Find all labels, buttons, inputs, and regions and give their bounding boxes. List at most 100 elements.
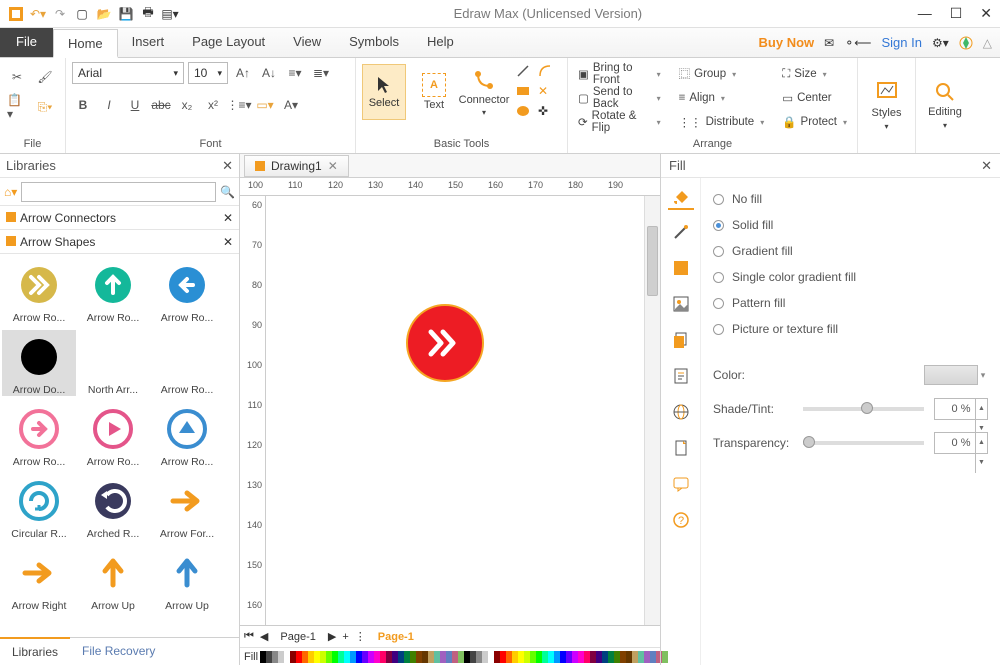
web-tab-icon[interactable] — [668, 400, 694, 426]
group-button[interactable]: ⿴Group — [675, 64, 769, 84]
shape-item[interactable]: Arrow Ro... — [76, 258, 150, 324]
minimize-button[interactable]: — — [918, 5, 932, 22]
delete-tool-icon[interactable]: ✕ — [538, 84, 548, 98]
paste-icon[interactable]: 📋▾ — [6, 96, 28, 118]
shape-item[interactable]: Arched R... — [76, 474, 150, 540]
save-icon[interactable]: 💾 — [118, 6, 134, 22]
libraries-close-icon[interactable]: ✕ — [222, 158, 233, 174]
tab-view[interactable]: View — [279, 28, 335, 57]
align-text-icon[interactable]: ≡▾ — [284, 62, 306, 84]
arrow-shape-on-canvas[interactable] — [406, 304, 484, 382]
shape-item[interactable]: Arrow Ro... — [76, 402, 150, 468]
shadow-tab-icon[interactable] — [668, 256, 694, 282]
protect-button[interactable]: 🔒Protect — [778, 112, 851, 132]
line-tab-icon[interactable] — [668, 220, 694, 246]
arc-tool-icon[interactable] — [538, 64, 552, 78]
distribute-button[interactable]: ⋮⋮Distribute — [675, 112, 769, 132]
page-nav-first-icon[interactable]: ⏮ — [244, 630, 254, 643]
options-icon[interactable]: ▤▾ — [162, 6, 178, 22]
shape-item[interactable]: Arrow Ro... — [150, 402, 224, 468]
tab-home[interactable]: Home — [53, 29, 118, 58]
maximize-button[interactable]: ☐ — [950, 5, 963, 22]
tab-file-recovery[interactable]: File Recovery — [70, 638, 167, 665]
cut-icon[interactable]: ✂ — [6, 66, 28, 88]
picture-tab-icon[interactable] — [668, 292, 694, 318]
connector-tool[interactable]: Connector ▾ — [462, 64, 506, 120]
document-tab[interactable]: Drawing1✕ — [244, 155, 349, 177]
page-tab-icon[interactable] — [668, 436, 694, 462]
sign-in-link[interactable]: Sign In — [882, 35, 922, 50]
shape-item[interactable]: Circular R... — [2, 474, 76, 540]
undo-icon[interactable]: ↶▾ — [30, 6, 46, 22]
font-size-combo[interactable]: 10▾ — [188, 62, 228, 84]
shape-item[interactable]: Arrow Up — [76, 546, 150, 612]
subscript-button[interactable]: x₂ — [176, 94, 198, 116]
underline-button[interactable]: U — [124, 94, 146, 116]
page-tab-1[interactable]: Page-1 — [274, 629, 321, 645]
text-tool[interactable]: A Text — [412, 64, 456, 120]
grow-font-icon[interactable]: A↑ — [232, 62, 254, 84]
trans-slider[interactable] — [803, 441, 924, 445]
doc-tab-close-icon[interactable]: ✕ — [328, 159, 338, 173]
editing-button[interactable]: Editing▾ — [922, 81, 968, 130]
logo-icon[interactable] — [959, 36, 973, 50]
fill-panel-close-icon[interactable]: ✕ — [981, 158, 992, 174]
paintbrush-icon[interactable]: 🖌 — [34, 66, 56, 88]
shape-item[interactable]: Arrow For... — [150, 474, 224, 540]
line-spacing-icon[interactable]: ≣▾ — [310, 62, 332, 84]
fill-option[interactable]: Single color gradient fill — [713, 264, 988, 290]
superscript-button[interactable]: x² — [202, 94, 224, 116]
size-button[interactable]: ⛶Size — [778, 64, 851, 84]
send-back-button[interactable]: ▢Send to Back — [574, 88, 665, 108]
align-button[interactable]: ≡Align — [675, 88, 769, 108]
file-menu[interactable]: File — [0, 28, 53, 57]
category-arrow-shapes[interactable]: Arrow Shapes✕ — [0, 230, 239, 254]
fill-option[interactable]: Gradient fill — [713, 238, 988, 264]
highlight-button[interactable]: ▭▾ — [254, 94, 276, 116]
tab-libraries[interactable]: Libraries — [0, 637, 70, 664]
shape-item[interactable]: Arrow Ro... — [2, 258, 76, 324]
styles-button[interactable]: Styles▾ — [864, 80, 909, 131]
buy-now-link[interactable]: Buy Now — [759, 35, 815, 50]
fill-option[interactable]: Picture or texture fill — [713, 316, 988, 342]
settings-icon[interactable]: ⚙▾ — [932, 36, 949, 50]
shape-item[interactable]: Arrow Up — [150, 546, 224, 612]
color-dropdown-icon[interactable]: ▾ — [978, 370, 988, 381]
shape-item[interactable]: North Arr... — [76, 330, 150, 396]
color-swatch[interactable] — [924, 365, 978, 385]
shape-item[interactable]: Arrow Ro... — [150, 330, 224, 396]
shape-item[interactable]: Arrow Do... — [2, 330, 76, 396]
crop-tool-icon[interactable]: ✜ — [538, 104, 548, 118]
shade-value[interactable]: 0 %▲▼ — [934, 398, 988, 420]
rotate-flip-button[interactable]: ⟳Rotate & Flip — [574, 112, 665, 132]
add-page-icon[interactable]: + — [342, 631, 348, 643]
page-menu-icon[interactable]: ⋮ — [355, 630, 366, 643]
shape-item[interactable]: Arrow Ro... — [150, 258, 224, 324]
category-arrow-connectors[interactable]: Arrow Connectors✕ — [0, 206, 239, 230]
tab-page-layout[interactable]: Page Layout — [178, 28, 279, 57]
rect-tool-icon[interactable] — [516, 84, 530, 98]
bullets-button[interactable]: ⋮≡▾ — [228, 94, 250, 116]
help-tab-icon[interactable]: ? — [668, 508, 694, 534]
fill-option[interactable]: Solid fill — [713, 212, 988, 238]
search-icon[interactable]: 🔍 — [220, 185, 235, 199]
tab-insert[interactable]: Insert — [118, 28, 179, 57]
fill-tab-icon[interactable] — [668, 184, 694, 210]
email-icon[interactable]: ✉ — [824, 36, 834, 50]
home-icon[interactable]: ⌂▾ — [4, 185, 17, 199]
layer-tab-icon[interactable] — [668, 328, 694, 354]
strike-button[interactable]: abc — [150, 94, 172, 116]
line-tool-icon[interactable] — [516, 64, 530, 78]
page-tab-active[interactable]: Page-1 — [372, 629, 420, 645]
shape-item[interactable]: Arrow Ro... — [2, 402, 76, 468]
open-icon[interactable]: 📂 — [96, 6, 112, 22]
shade-slider[interactable] — [803, 407, 924, 411]
shrink-font-icon[interactable]: A↓ — [258, 62, 280, 84]
font-color-button[interactable]: A▾ — [280, 94, 302, 116]
canvas-page[interactable] — [266, 196, 644, 625]
font-name-combo[interactable]: Arial▾ — [72, 62, 184, 84]
shape-item[interactable]: Arrow Right — [2, 546, 76, 612]
center-button[interactable]: ▭Center — [778, 88, 851, 108]
select-tool[interactable]: Select — [362, 64, 406, 120]
text-tab-icon[interactable] — [668, 364, 694, 390]
